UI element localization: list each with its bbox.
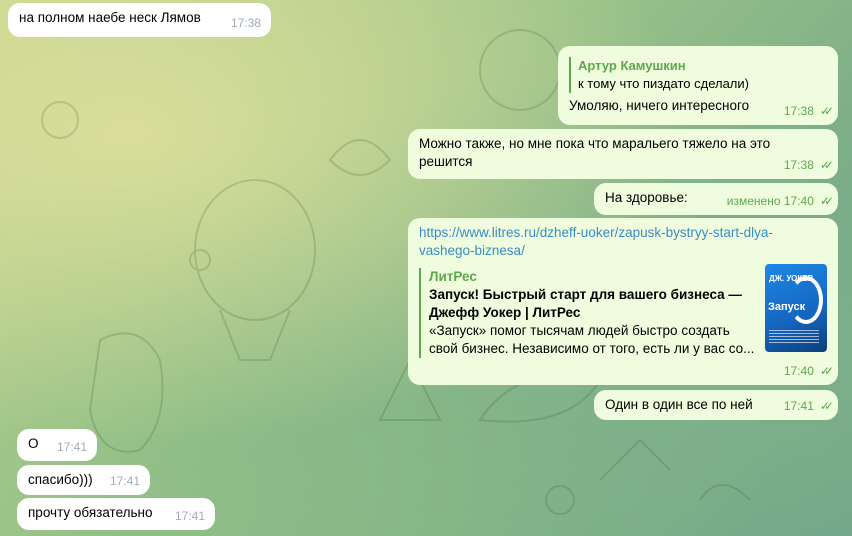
link-preview[interactable]: ЛитРес Запуск! Быстрый старт для вашего … [419, 264, 827, 358]
book-cover-thumbnail[interactable]: ДЖ. УОКЕР Запуск [765, 264, 827, 352]
reply-author: Артур Камушкин [578, 58, 686, 73]
reply-text: к тому что пиздато сделали) [578, 76, 749, 91]
double-check-icon: ✓✓ [819, 104, 834, 118]
message-link[interactable]: https://www.litres.ru/dzheff-uoker/zapus… [419, 224, 827, 260]
reply-quote[interactable]: Артур Камушкин к тому что пиздато сделал… [569, 57, 827, 93]
message-time-wrap: изменено 17:40 ✓✓ [726, 192, 834, 210]
outgoing-message[interactable]: На здоровье: изменено 17:40 ✓✓ [594, 183, 838, 215]
message-time: 17:41 [174, 509, 205, 523]
message-text: На здоровье: [605, 190, 688, 205]
message-time-wrap: 17:38 ✓✓ [783, 156, 834, 174]
outgoing-message[interactable]: Можно также, но мне пока что маральего т… [408, 129, 838, 179]
message-time: 17:41 [109, 474, 140, 488]
message-time-wrap: 17:38 ✓✓ [783, 102, 834, 120]
message-time: 17:40 [783, 364, 814, 378]
message-time: 17:38 [783, 104, 814, 118]
message-text: прочту обязательно [28, 505, 153, 520]
message-time: изменено 17:40 [726, 194, 814, 208]
message-time: 17:41 [783, 399, 814, 413]
cover-text-lines [769, 330, 819, 344]
outgoing-message[interactable]: Один в один все по ней 17:41 ✓✓ [594, 390, 838, 420]
incoming-message[interactable]: спасибо))) 17:41 [17, 465, 150, 495]
message-time: 17:38 [783, 158, 814, 172]
message-time: 17:38 [230, 16, 261, 30]
message-text: О [28, 436, 39, 451]
message-time-wrap: 17:40 ✓✓ [783, 362, 834, 380]
incoming-message[interactable]: О 17:41 [17, 429, 97, 461]
double-check-icon: ✓✓ [819, 364, 834, 378]
double-check-icon: ✓✓ [819, 399, 834, 413]
incoming-message[interactable]: на полном наебе неск Лямов 17:38 [8, 3, 271, 37]
double-check-icon: ✓✓ [819, 194, 834, 208]
cover-title: Запуск [768, 301, 806, 313]
message-time: 17:41 [56, 440, 87, 454]
incoming-message[interactable]: прочту обязательно 17:41 [17, 498, 215, 530]
message-text: Можно также, но мне пока что маральего т… [419, 136, 771, 169]
message-time-wrap: 17:41 ✓✓ [783, 397, 834, 415]
outgoing-link-message[interactable]: https://www.litres.ru/dzheff-uoker/zapus… [408, 218, 838, 385]
message-text: на полном наебе неск Лямов [19, 10, 201, 25]
message-text: Один в один все по ней [605, 397, 753, 412]
outgoing-message-with-reply[interactable]: Артур Камушкин к тому что пиздато сделал… [558, 46, 838, 125]
double-check-icon: ✓✓ [819, 158, 834, 172]
message-text: спасибо))) [28, 472, 93, 487]
message-text: Умоляю, ничего интересного [569, 98, 750, 113]
